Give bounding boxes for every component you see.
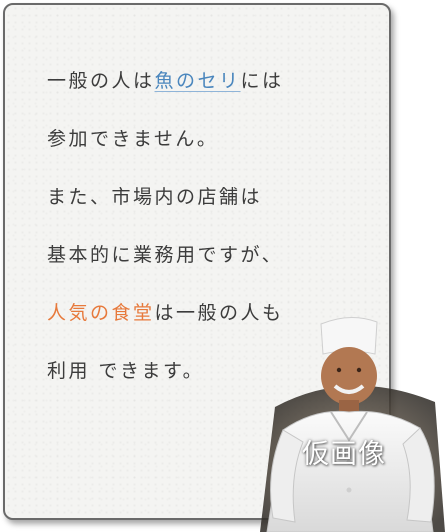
text-segment: には bbox=[240, 70, 284, 92]
chef-photo bbox=[260, 317, 445, 532]
fish-auction-link[interactable]: 魚のセリ bbox=[155, 70, 241, 92]
text-line-2: 参加できません。 bbox=[47, 128, 219, 150]
text-line-4: 基本的に業務用ですが、 bbox=[47, 244, 284, 266]
text-line-5: 人気の食堂は一般の人も bbox=[47, 296, 284, 354]
text-line-1: 一般の人は魚のセリには bbox=[47, 64, 284, 122]
notice-text: 一般の人は魚のセリには 参加できません。 また、市場内の店舗は 基本的に業務用で… bbox=[47, 64, 284, 412]
text-line-3: また、市場内の店舗は bbox=[47, 186, 263, 208]
text-segment: 一般の人は bbox=[47, 70, 155, 92]
page: 一般の人は魚のセリには 参加できません。 また、市場内の店舗は 基本的に業務用で… bbox=[0, 0, 445, 532]
text-line-6: 利用 できます。 bbox=[47, 360, 205, 382]
placeholder-image-caption: 仮画像 bbox=[302, 439, 386, 470]
popular-cafeteria-highlight: 人気の食堂 bbox=[47, 302, 155, 324]
